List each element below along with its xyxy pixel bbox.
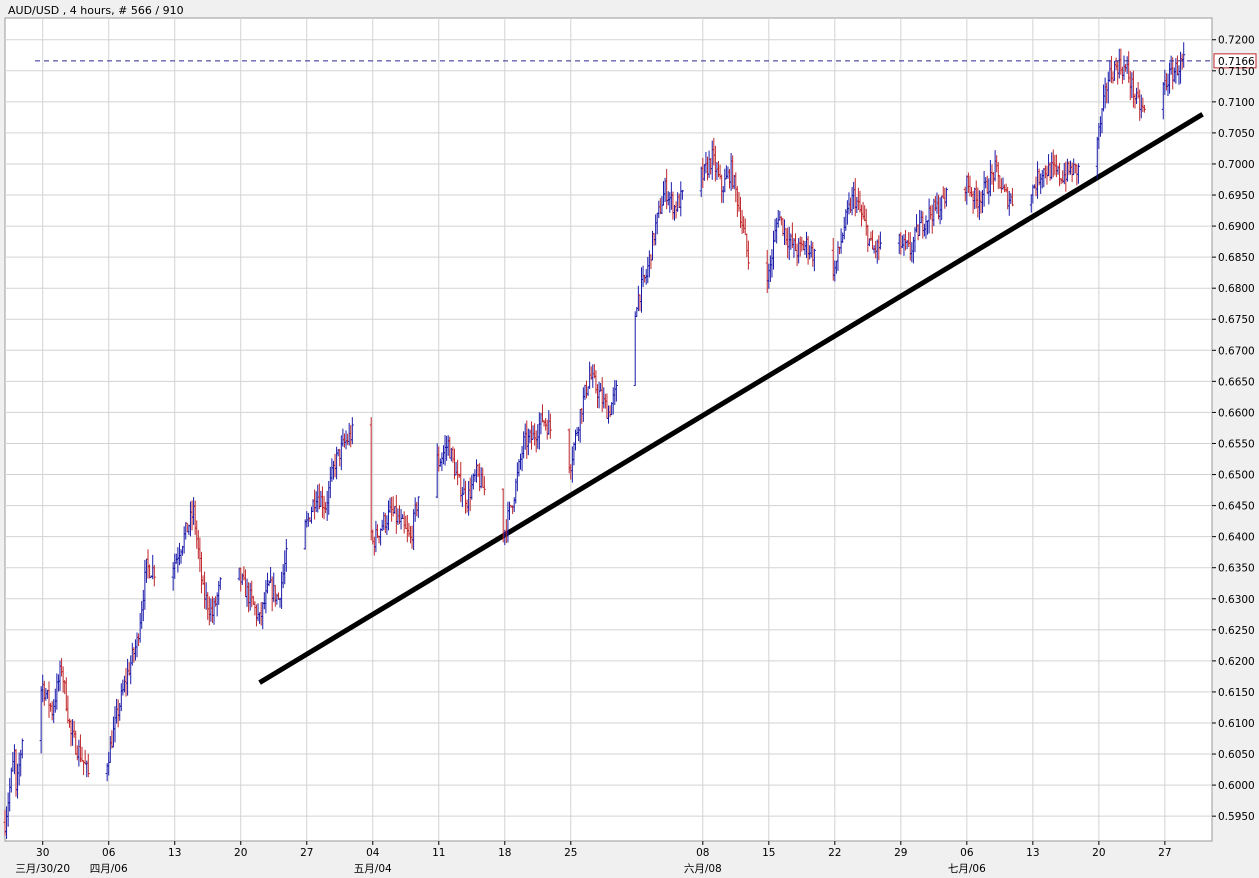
- y-tick-label: 0.6850: [1218, 252, 1255, 264]
- x-tick-label: 29: [894, 847, 907, 859]
- y-tick-label: 0.6400: [1218, 532, 1255, 544]
- x-tick-label: 25: [564, 847, 577, 859]
- y-tick-label: 0.6500: [1218, 470, 1255, 482]
- y-tick-label: 0.6150: [1218, 687, 1255, 699]
- x-month-label: 六月/08: [684, 863, 722, 875]
- x-tick-label: 27: [300, 847, 313, 859]
- y-tick-label: 0.6750: [1218, 314, 1255, 326]
- x-tick-label: 08: [696, 847, 709, 859]
- x-tick-label: 15: [762, 847, 775, 859]
- y-tick-label: 0.7150: [1218, 66, 1255, 78]
- x-tick-label: 11: [432, 847, 445, 859]
- x-tick-label: 06: [102, 847, 116, 859]
- x-tick-label: 20: [234, 847, 247, 859]
- x-tick-label: 13: [1026, 847, 1039, 859]
- y-tick-label: 0.6450: [1218, 501, 1255, 513]
- y-tick-label: 0.6000: [1218, 780, 1255, 792]
- y-tick-label: 0.6550: [1218, 438, 1255, 450]
- x-tick-label: 27: [1158, 847, 1171, 859]
- y-tick-label: 0.6700: [1218, 345, 1255, 357]
- y-tick-label: 0.6950: [1218, 190, 1255, 202]
- y-tick-label: 0.6300: [1218, 594, 1255, 606]
- x-tick-label: 06: [960, 847, 974, 859]
- x-tick-label: 22: [828, 847, 841, 859]
- x-tick-label: 13: [168, 847, 181, 859]
- chart-window[interactable]: 0.7166 0.7200 0.7150 0.7100 0.7050 0.7000 0.6…: [0, 0, 1259, 878]
- y-tick-label: 0.7000: [1218, 159, 1255, 171]
- y-tick-label: 0.5950: [1218, 811, 1255, 823]
- y-tick-label: 0.6050: [1218, 749, 1255, 761]
- x-tick-label: 18: [498, 847, 511, 859]
- y-tick-label: 0.6900: [1218, 221, 1255, 233]
- x-month-label: 五月/04: [354, 863, 392, 875]
- y-tick-label: 0.6250: [1218, 625, 1255, 637]
- y-tick-label: 0.7200: [1218, 35, 1255, 47]
- x-month-label: 三月/30/20: [15, 863, 70, 875]
- y-tick-label: 0.6600: [1218, 407, 1255, 419]
- y-tick-label: 0.6650: [1218, 376, 1255, 388]
- candlestick-chart[interactable]: 0.7166 0.72000.71500.71000.70500.70000.6…: [0, 0, 1259, 878]
- plot-area: [4, 17, 1213, 842]
- y-tick-label: 0.6100: [1218, 718, 1255, 730]
- x-month-label: 四月/06: [90, 863, 128, 875]
- y-tick-label: 0.6350: [1218, 563, 1255, 575]
- chart-title: AUD/USD , 4 hours, # 566 / 910: [8, 4, 184, 17]
- x-tick-label: 20: [1092, 847, 1105, 859]
- x-month-label: 七月/06: [948, 863, 986, 875]
- x-tick-label: 30: [36, 847, 49, 859]
- y-tick-label: 0.6200: [1218, 656, 1255, 668]
- x-tick-label: 04: [366, 847, 380, 859]
- y-tick-label: 0.7050: [1218, 128, 1255, 140]
- y-tick-label: 0.7100: [1218, 97, 1255, 109]
- y-tick-label: 0.6800: [1218, 283, 1255, 295]
